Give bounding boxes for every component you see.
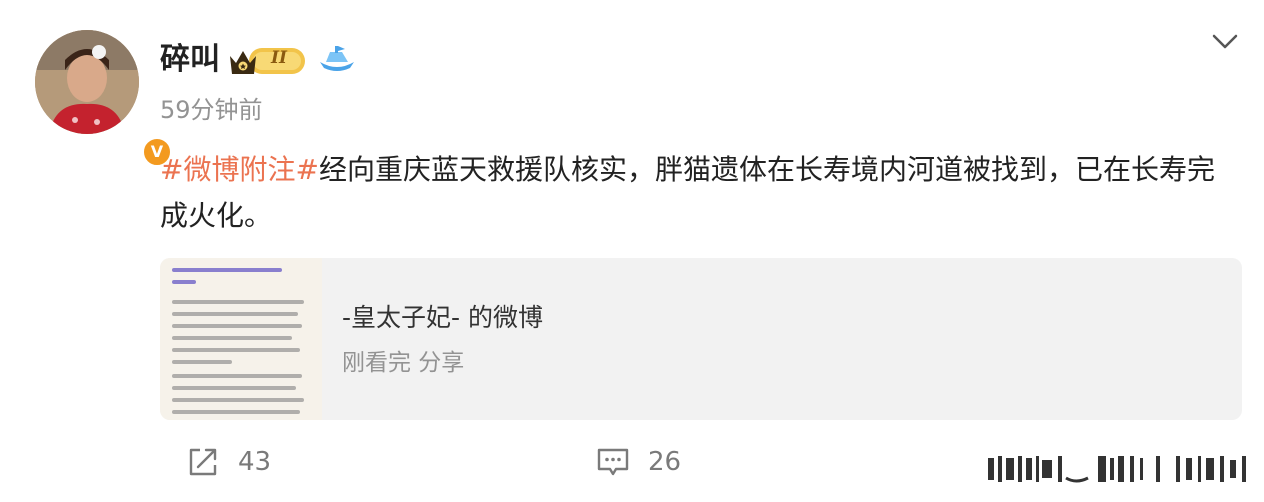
quoted-post-subtitle: 刚看完 分享 — [342, 350, 465, 376]
hashtag-link[interactable]: #微博附注# — [160, 153, 319, 186]
like-button-area[interactable] — [980, 448, 1264, 488]
post-body: 经向重庆蓝天救援队核实，胖猫遗体在长寿境内河道被找到，已在长寿完成火化。 — [160, 153, 1215, 232]
username[interactable]: 碎叫 — [160, 38, 220, 82]
comment-button[interactable]: 26 — [596, 442, 681, 482]
quoted-post-title[interactable]: -皇太子妃- 的微博 — [342, 300, 543, 336]
vip-level: II — [271, 48, 287, 68]
post-timestamp[interactable]: 59分钟前 — [160, 92, 263, 128]
avatar[interactable]: V — [35, 30, 173, 168]
chevron-down-icon[interactable] — [1209, 28, 1241, 54]
comment-count: 26 — [648, 447, 682, 477]
quoted-post-thumbnail — [160, 258, 322, 420]
quoted-post-card[interactable] — [160, 258, 1242, 420]
repost-count: 43 — [238, 447, 272, 477]
fan-boat-icon[interactable] — [318, 44, 356, 74]
comment-icon — [597, 448, 629, 476]
repost-icon — [189, 448, 217, 476]
repost-button[interactable]: 43 — [186, 442, 271, 482]
crown-icon[interactable]: II — [227, 44, 307, 78]
post-text: #微博附注#经向重庆蓝天救援队核实，胖猫遗体在长寿境内河道被找到，已在长寿完成火… — [160, 147, 1230, 239]
weibo-post: V 碎叫 II 59分钟前 #微博附注#经向重庆蓝天救援队核实，胖猫遗体在长寿境… — [0, 0, 1264, 502]
avatar-image — [35, 30, 139, 134]
